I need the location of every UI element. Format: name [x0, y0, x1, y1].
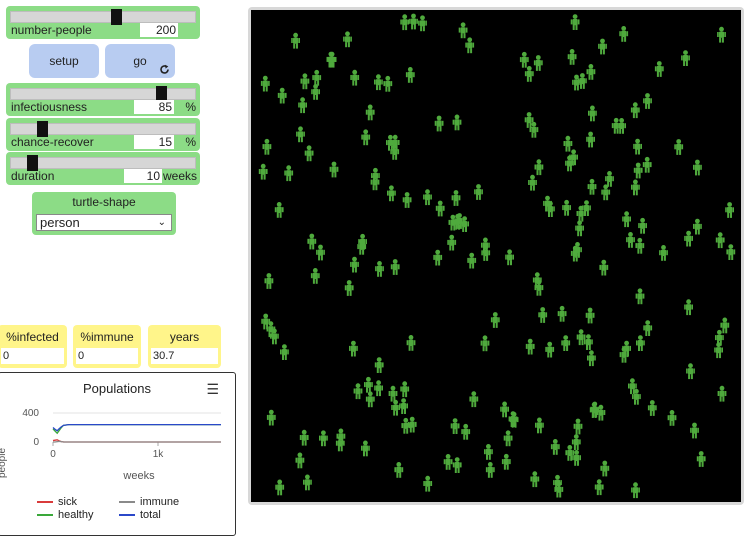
- monitor-label: %infected: [6, 330, 59, 344]
- slider-label: infectiousness: [11, 100, 88, 114]
- menu-icon[interactable]: ☰: [206, 381, 219, 398]
- slider-label: chance-recover: [11, 135, 94, 149]
- legend-item-total: total: [119, 509, 161, 521]
- slider-label: number-people: [11, 23, 92, 37]
- legend-item-sick: sick: [37, 496, 77, 508]
- plot-ylabel: people: [0, 448, 8, 478]
- world-view[interactable]: [248, 7, 744, 505]
- y-tick-label: 400: [22, 408, 39, 419]
- slider-unit: %: [185, 100, 196, 114]
- years-monitor: years 30.7: [148, 325, 221, 368]
- world-background: [251, 10, 741, 502]
- monitor-value: 30.7: [151, 348, 218, 364]
- chevron-down-icon: ⌄: [157, 217, 166, 228]
- legend-label: total: [140, 509, 161, 521]
- slider-track[interactable]: [10, 121, 196, 137]
- turtle-shape-chooser[interactable]: turtle-shape person ⌄: [32, 192, 176, 235]
- x-tick-label: 1k: [153, 449, 165, 460]
- legend-label: sick: [58, 496, 77, 508]
- monitor-label: %immune: [80, 330, 134, 344]
- chooser-label: turtle-shape: [72, 195, 136, 209]
- monitor-label: years: [169, 330, 200, 344]
- slider-unit: weeks: [162, 169, 197, 183]
- plot-xlabel: weeks: [122, 470, 155, 482]
- monitor-value: 0: [1, 348, 64, 364]
- forever-icon: [160, 64, 169, 74]
- infected-monitor: %infected 0: [0, 325, 67, 368]
- plot-area: people weeks 400 00 1k: [0, 408, 221, 482]
- series-line-immune: [53, 440, 221, 443]
- series-line-healthy: [52, 423, 221, 435]
- slider-label: duration: [11, 169, 55, 183]
- slider-value[interactable]: 15: [134, 135, 174, 149]
- legend-item-immune: immune: [119, 496, 179, 508]
- y-tick-label: 0: [33, 437, 39, 448]
- turtle-shape-select[interactable]: person ⌄: [36, 214, 172, 231]
- slider-thumb[interactable]: [111, 9, 123, 25]
- world-canvas[interactable]: [251, 10, 741, 502]
- slider-value[interactable]: 200: [140, 23, 178, 37]
- setup-button[interactable]: setup: [29, 44, 99, 78]
- immune-monitor: %immune 0: [73, 325, 141, 368]
- slider-value[interactable]: 10: [124, 169, 162, 183]
- slider-track[interactable]: [10, 155, 196, 171]
- legend-swatch: [119, 501, 135, 504]
- slider-track[interactable]: [10, 9, 196, 25]
- legend-label: immune: [140, 496, 180, 508]
- chance-recover-slider[interactable]: chance-recover 15 %: [6, 118, 200, 151]
- plot-title: Populations: [83, 381, 151, 396]
- legend-swatch: [37, 514, 53, 517]
- series-line-total: [52, 423, 221, 432]
- slider-unit: %: [185, 135, 196, 149]
- legend-item-healthy: healthy: [37, 509, 93, 521]
- legend-swatch: [37, 501, 53, 504]
- legend-swatch: [119, 514, 135, 517]
- infectiousness-slider[interactable]: infectiousness 85 %: [6, 83, 200, 116]
- slider-value[interactable]: 85: [134, 100, 174, 114]
- legend-label: healthy: [58, 509, 94, 521]
- x-tick-label: 0: [50, 449, 56, 460]
- populations-plot: Populations ☰ people weeks 400 0 0 1k sick …: [0, 372, 236, 536]
- chooser-selected: person: [40, 215, 80, 230]
- number-people-slider[interactable]: number-people 200: [6, 6, 200, 39]
- slider-track[interactable]: [10, 86, 196, 102]
- monitor-value: 0: [76, 348, 138, 364]
- duration-slider[interactable]: duration 10 weeks: [6, 152, 200, 185]
- go-button[interactable]: go: [105, 44, 175, 78]
